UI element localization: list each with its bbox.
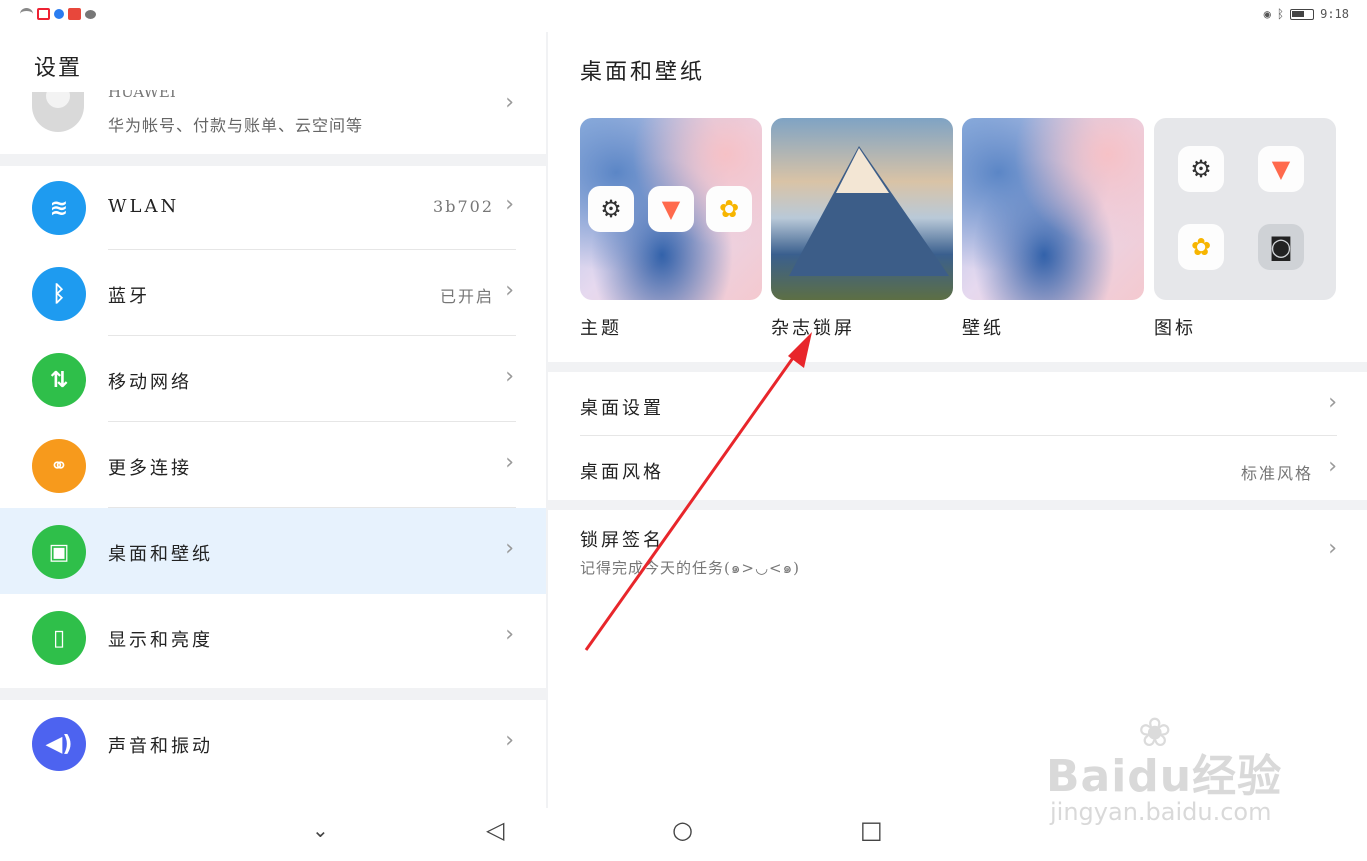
chevron-right-icon: ›: [1328, 536, 1337, 561]
sidebar-item-label: 移动网络: [108, 372, 192, 393]
chevron-right-icon: ›: [505, 622, 514, 647]
status-right: ◉ ᛒ 9:18: [1264, 7, 1349, 21]
chevron-right-icon: ›: [505, 364, 514, 389]
desktop-style-row[interactable]: 桌面风格 标准风格 ›: [548, 436, 1367, 500]
chevron-right-icon: ›: [505, 450, 514, 475]
sidebar-item-6[interactable]: ▯ 显示和亮度 ›: [0, 594, 546, 680]
page-title: 设置: [34, 56, 83, 81]
avatar: [32, 92, 84, 132]
row-label: 桌面风格: [580, 462, 664, 483]
row-subtitle: 记得完成今天的任务(๑>◡<๑): [580, 559, 800, 577]
sidebar-item-7[interactable]: ◀) 声音和振动 ›: [0, 700, 546, 786]
gallery-icon: ✿: [706, 186, 752, 232]
clock: 9:18: [1320, 7, 1349, 21]
mobile-data-icon: ⇅: [32, 353, 86, 407]
image-icon: ▣: [32, 525, 86, 579]
theme-tile[interactable]: ⚙ ▼ ✿: [580, 118, 762, 300]
sidebar-item-label: 更多连接: [108, 458, 192, 479]
tile-label-wallpaper: 壁纸: [962, 318, 1004, 339]
watermark: ❀ Baidu经验 jingyan.baidu.com: [1046, 710, 1316, 838]
chevron-right-icon: ›: [505, 536, 514, 561]
chevron-down-icon[interactable]: ⌄: [312, 818, 329, 842]
sidebar-item-2[interactable]: ᛒ 蓝牙 已开启 ›: [0, 250, 546, 336]
link-icon: ⚭: [32, 439, 86, 493]
row-value: 标准风格: [1240, 464, 1313, 483]
sound-icon: ◀): [32, 717, 86, 771]
chevron-right-icon: ›: [1328, 454, 1337, 479]
sidebar-item-label: WLAN: [108, 196, 180, 217]
lockscreen-signature-row[interactable]: 锁屏签名 记得完成今天的任务(๑>◡<๑) ›: [548, 510, 1367, 590]
row-label: 桌面设置: [580, 398, 664, 419]
chevron-right-icon: ›: [505, 90, 514, 115]
account-subtitle: 华为帐号、付款与账单、云空间等: [108, 116, 364, 135]
notification-icons: [20, 8, 96, 20]
chevron-right-icon: ›: [505, 728, 514, 753]
sidebar-item-4[interactable]: ⚭ 更多连接 ›: [0, 422, 546, 508]
section-divider: [0, 688, 546, 700]
mountain-snow: [836, 148, 889, 193]
chevron-right-icon: ›: [1328, 390, 1337, 415]
sidebar-item-value: 3b702: [433, 197, 494, 216]
sidebar-item-value: 已开启: [439, 287, 494, 306]
detail-title: 桌面和壁纸: [580, 60, 706, 85]
bluetooth-status-icon: ᛒ: [1276, 7, 1285, 21]
tile-label-theme: 主题: [580, 318, 622, 339]
gallery-icon: ✿: [1178, 224, 1224, 270]
camera-icon: ◙: [1258, 224, 1304, 270]
sidebar-item-label: 显示和亮度: [108, 630, 213, 651]
icons-tile[interactable]: ⚙ ▼ ✿ ◙: [1154, 118, 1336, 300]
sidebar-item-label: 桌面和壁纸: [108, 544, 213, 565]
wechat-icon: [85, 9, 96, 19]
watermark-brand: Baidu经验: [1046, 751, 1283, 802]
row-label: 锁屏签名: [580, 530, 664, 551]
theme-brush-icon: ▼: [648, 186, 694, 232]
chevron-right-icon: ›: [505, 192, 514, 217]
eye-icon: ◉: [1263, 7, 1271, 21]
magazine-lockscreen-tile[interactable]: [771, 118, 953, 300]
settings-icon: ⚙: [588, 186, 634, 232]
back-icon[interactable]: ◁: [486, 816, 504, 844]
tile-label-icons: 图标: [1154, 318, 1196, 339]
sidebar-item-label: 声音和振动: [108, 736, 213, 757]
battery-icon: [1290, 8, 1315, 20]
chevron-right-icon: ›: [505, 278, 514, 303]
sidebar-item-3[interactable]: ⇅ 移动网络 ›: [0, 336, 546, 422]
app-notification-icon: [54, 9, 64, 19]
app-notification-icon: [37, 8, 50, 20]
theme-brush-icon: ▼: [1258, 146, 1304, 192]
wallpaper-tile[interactable]: [962, 118, 1144, 300]
bluetooth-icon: ᛒ: [32, 267, 86, 321]
display-icon: ▯: [32, 611, 86, 665]
wifi-status-icon: [20, 8, 33, 20]
sidebar-item-5[interactable]: ▣ 桌面和壁纸 ›: [0, 508, 546, 594]
home-icon[interactable]: ○: [672, 816, 693, 844]
wifi-icon: ≋: [32, 181, 86, 235]
desktop-settings-row[interactable]: 桌面设置 ›: [548, 372, 1367, 436]
settings-icon: ⚙: [1178, 146, 1224, 192]
section-divider: [548, 500, 1367, 510]
watermark-url: jingyan.baidu.com: [1050, 798, 1272, 826]
app-notification-icon: [68, 8, 81, 20]
status-bar: ◉ ᛒ 9:18: [0, 0, 1367, 32]
sidebar-item-label: 蓝牙: [108, 286, 150, 307]
settings-sidebar: 设置 HUAWEI 华为帐号、付款与账单、云空间等 › ≋WLAN3b702›ᛒ…: [0, 32, 546, 808]
account-item[interactable]: HUAWEI 华为帐号、付款与账单、云空间等 ›: [0, 90, 546, 152]
section-divider: [548, 362, 1367, 372]
detail-pane: 桌面和壁纸 ⚙ ▼ ✿ 主题 杂志锁屏 壁纸 ⚙ ▼ ✿ ◙ 图标 桌面设置 ›…: [548, 32, 1367, 808]
sidebar-item-1[interactable]: ≋ WLAN 3b702 ›: [0, 164, 546, 250]
account-name: HUAWEI: [108, 90, 176, 98]
tile-label-magazine: 杂志锁屏: [771, 318, 855, 339]
recents-icon[interactable]: □: [860, 816, 883, 844]
